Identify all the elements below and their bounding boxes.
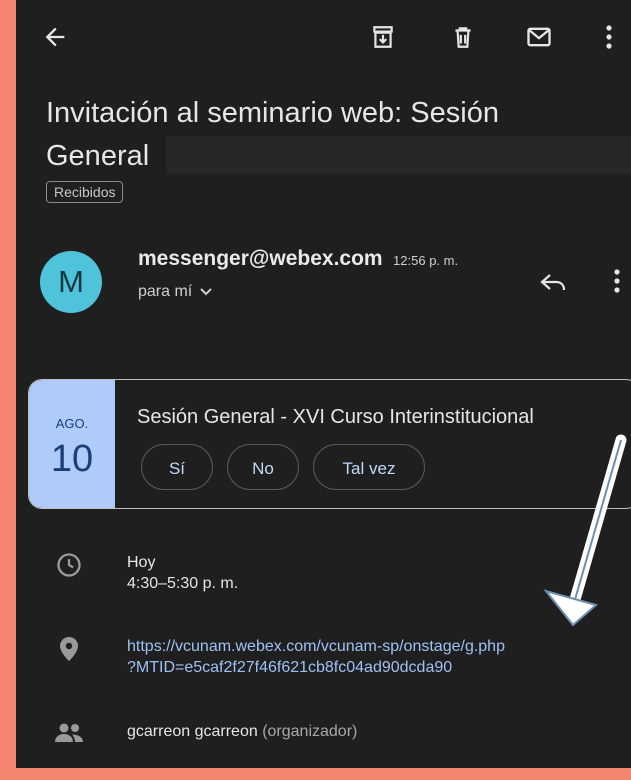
sent-time: 12:56 p. m. (393, 253, 459, 268)
organizer-name: gcarreon gcarreon (127, 723, 258, 740)
rsvp-maybe-button[interactable]: Tal vez (313, 444, 425, 490)
event-when: Hoy 4:30–5:30 p. m. (127, 552, 238, 594)
sender-email[interactable]: messenger@webex.com (138, 247, 383, 270)
location-line-1: https://vcunam.webex.com/vcunam-sp/onsta… (127, 638, 505, 655)
people-icon (52, 716, 86, 750)
rsvp-no-button[interactable]: No (227, 444, 299, 490)
message-more-icon[interactable] (604, 264, 630, 298)
event-date-block: AGO. 10 (29, 380, 115, 508)
envelope-icon[interactable] (522, 20, 556, 54)
event-title: Sesión General - XVI Curso Interinstituc… (137, 406, 534, 428)
event-month: AGO. (55, 416, 89, 431)
organizer-role: (organizador) (262, 723, 358, 740)
calendar-event-card[interactable]: AGO. 10 Sesión General - XVI Curso Inter… (28, 379, 631, 509)
reply-icon[interactable] (536, 266, 570, 300)
recipient-toggle[interactable]: para mí (138, 283, 212, 301)
location-line-2: ?MTID=e5caf2f27f46f621cb8fc04ad90dcda90 (127, 659, 453, 676)
trash-icon[interactable] (446, 20, 480, 54)
event-location-link[interactable]: https://vcunam.webex.com/vcunam-sp/onsta… (127, 636, 505, 678)
sender-avatar[interactable]: M (40, 251, 102, 313)
event-day: 10 (50, 438, 94, 480)
top-toolbar (16, 0, 631, 72)
clock-icon (52, 548, 86, 582)
redacted-area (166, 136, 631, 174)
recipient-label: para mí (138, 283, 193, 300)
archive-icon[interactable] (366, 20, 400, 54)
event-when-time: 4:30–5:30 p. m. (127, 575, 239, 592)
email-screen: Invitación al seminario web: Sesión Gene… (16, 0, 631, 768)
subject-line-1: Invitación al seminario web: Sesión (46, 97, 499, 129)
event-organizer[interactable]: gcarreon gcarreon (organizador) (127, 721, 357, 742)
rsvp-yes-button[interactable]: Sí (141, 444, 213, 490)
event-when-day: Hoy (127, 554, 156, 571)
sender-line: messenger@webex.com 12:56 p. m. (138, 247, 458, 271)
arrow-left-icon[interactable] (38, 20, 72, 54)
more-vertical-icon[interactable] (594, 20, 624, 54)
chevron-down-icon (200, 288, 212, 296)
location-pin-icon (52, 632, 86, 666)
label-chip-inbox[interactable]: Recibidos (46, 181, 124, 203)
